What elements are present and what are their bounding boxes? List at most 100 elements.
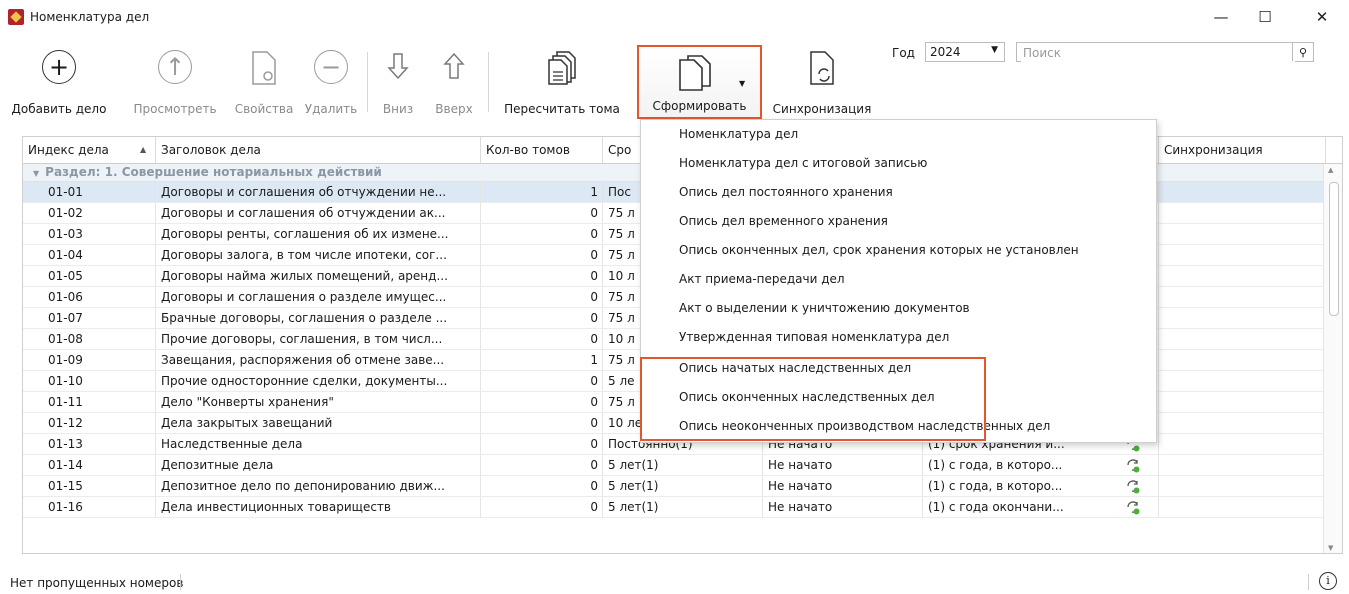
properties-button[interactable]: Свойства (230, 34, 298, 120)
cell-note: (1) с года, в которо... (923, 455, 1159, 475)
arrow-up-circle-icon: ↑ (158, 50, 192, 84)
scroll-thumb[interactable] (1329, 182, 1339, 316)
cell-index: 01-03 (23, 224, 156, 244)
info-icon[interactable]: i (1319, 572, 1337, 590)
column-header-volumes[interactable]: Кол-во томов (481, 137, 603, 163)
cell-vol: 0 (481, 434, 603, 454)
cell-vol: 0 (481, 497, 603, 517)
cell-title: Дела инвестиционных товариществ (156, 497, 481, 517)
minimize-button[interactable]: — (1199, 4, 1243, 30)
table-row[interactable]: 01-15 Депозитное дело по депонированию дв… (23, 476, 1326, 497)
table-row[interactable]: 01-16 Дела инвестиционных товариществ 0 5 л… (23, 497, 1326, 518)
cell-vol: 0 (481, 287, 603, 307)
cell-title: Договоры и соглашения об отчуждении ак..… (156, 203, 481, 223)
cell-index: 01-14 (23, 455, 156, 475)
generate-button[interactable]: ▼ Сформировать (637, 45, 762, 119)
cell-title: Брачные договоры, соглашения о разделе .… (156, 308, 481, 328)
cell-vol: 0 (481, 329, 603, 349)
search-icon[interactable]: ⚲ (1292, 43, 1313, 61)
sync-status-icon (1125, 499, 1141, 515)
cell-index: 01-11 (23, 392, 156, 412)
generate-label: Сформировать (652, 99, 747, 113)
column-header-sync[interactable]: Синхронизация (1159, 137, 1326, 163)
toolbar-separator (367, 52, 368, 112)
status-text: Нет пропущенных номеров (10, 576, 184, 590)
chevron-down-icon: ▼ (991, 45, 998, 55)
add-case-button[interactable]: + Добавить дело (0, 34, 118, 120)
year-select[interactable]: 2024 ▼ (925, 42, 1005, 62)
sync-button[interactable]: Синхронизация (766, 34, 878, 120)
window-title: Номенклатура дел (30, 10, 150, 24)
cell-vol: 0 (481, 245, 603, 265)
cell-term: 5 лет(1) (603, 455, 763, 475)
delete-button[interactable]: − Удалить (300, 34, 362, 120)
menu-item[interactable]: Акт о выделении к уничтожению документов (679, 294, 970, 323)
dropdown-arrow-icon: ▼ (739, 79, 746, 88)
cell-term: 5 лет(1) (603, 476, 763, 496)
search-input[interactable] (1021, 44, 1295, 62)
column-header-index[interactable]: Индекс дела ▲ (23, 137, 156, 163)
cell-title: Дела закрытых завещаний (156, 413, 481, 433)
move-up-button[interactable]: Вверх (424, 34, 484, 120)
cell-vol: 0 (481, 476, 603, 496)
cell-index: 01-12 (23, 413, 156, 433)
move-down-button[interactable]: Вниз (372, 34, 424, 120)
cell-title: Договоры залога, в том числе ипотеки, со… (156, 245, 481, 265)
scroll-down-icon[interactable]: ▼ (1328, 544, 1333, 552)
document-gear-icon (249, 50, 279, 89)
menu-item[interactable]: Опись оконченных дел, срок хранения кото… (679, 236, 1079, 265)
cell-title: Прочие договоры, соглашения, в том числ.… (156, 329, 481, 349)
cell-index: 01-01 (23, 182, 156, 202)
cell-vol: 0 (481, 392, 603, 412)
plus-circle-icon: + (42, 50, 76, 84)
cell-index: 01-04 (23, 245, 156, 265)
app-icon (8, 9, 24, 25)
menu-item[interactable]: Утвержденная типовая номенклатура дел (679, 323, 949, 352)
cell-note: (1) с года окончани... (923, 497, 1159, 517)
document-sync-icon (807, 50, 837, 89)
cell-title: Договоры ренты, соглашения об их измене.… (156, 224, 481, 244)
recalculate-volumes-button[interactable]: Пересчитать тома (493, 34, 631, 120)
cell-status: Не начато (763, 476, 923, 496)
cell-term: 5 лет(1) (603, 497, 763, 517)
scroll-up-icon[interactable]: ▲ (1328, 166, 1333, 174)
cell-vol: 0 (481, 455, 603, 475)
cell-vol: 0 (481, 413, 603, 433)
title-bar: Номенклатура дел — ☐ ✕ (0, 0, 1349, 34)
cell-vol: 1 (481, 182, 603, 202)
sync-status-icon (1125, 457, 1141, 473)
cell-status: Не начато (763, 455, 923, 475)
menu-item[interactable]: Номенклатура дел (679, 120, 798, 149)
column-header-title[interactable]: Заголовок дела (156, 137, 481, 163)
menu-item[interactable]: Акт приема-передачи дел (679, 265, 845, 294)
cell-title: Депозитные дела (156, 455, 481, 475)
cell-title: Договоры найма жилых помещений, аренд... (156, 266, 481, 286)
search-box[interactable]: ⚲ (1016, 42, 1314, 62)
arrow-up-icon (443, 50, 465, 85)
cell-index: 01-13 (23, 434, 156, 454)
menu-item[interactable]: Опись дел временного хранения (679, 207, 888, 236)
table-row[interactable]: 01-14 Депозитные дела 0 5 лет(1) Не начато (1… (23, 455, 1326, 476)
cell-index: 01-15 (23, 476, 156, 496)
collapse-icon[interactable]: ▼ (33, 169, 39, 178)
documents-icon (678, 54, 712, 95)
close-button[interactable]: ✕ (1300, 4, 1344, 30)
menu-item[interactable]: Номенклатура дел с итоговой записью (679, 149, 927, 178)
cell-vol: 0 (481, 203, 603, 223)
cell-title: Договоры и соглашения о разделе имущес..… (156, 287, 481, 307)
cell-vol: 0 (481, 266, 603, 286)
menu-item[interactable]: Опись дел постоянного хранения (679, 178, 893, 207)
arrow-down-icon (387, 50, 409, 85)
cell-note: (1) с года, в которо... (923, 476, 1159, 496)
vertical-scrollbar[interactable]: ▲ ▼ (1323, 164, 1342, 553)
cell-vol: 1 (481, 350, 603, 370)
cell-status: Не начато (763, 497, 923, 517)
toolbar-separator (488, 52, 489, 112)
cell-index: 01-05 (23, 266, 156, 286)
cell-index: 01-16 (23, 497, 156, 517)
minus-circle-icon: − (314, 50, 348, 84)
maximize-button[interactable]: ☐ (1243, 4, 1287, 30)
view-button[interactable]: ↑ Просмотреть (120, 34, 230, 120)
year-value: 2024 (930, 45, 961, 59)
cell-index: 01-06 (23, 287, 156, 307)
